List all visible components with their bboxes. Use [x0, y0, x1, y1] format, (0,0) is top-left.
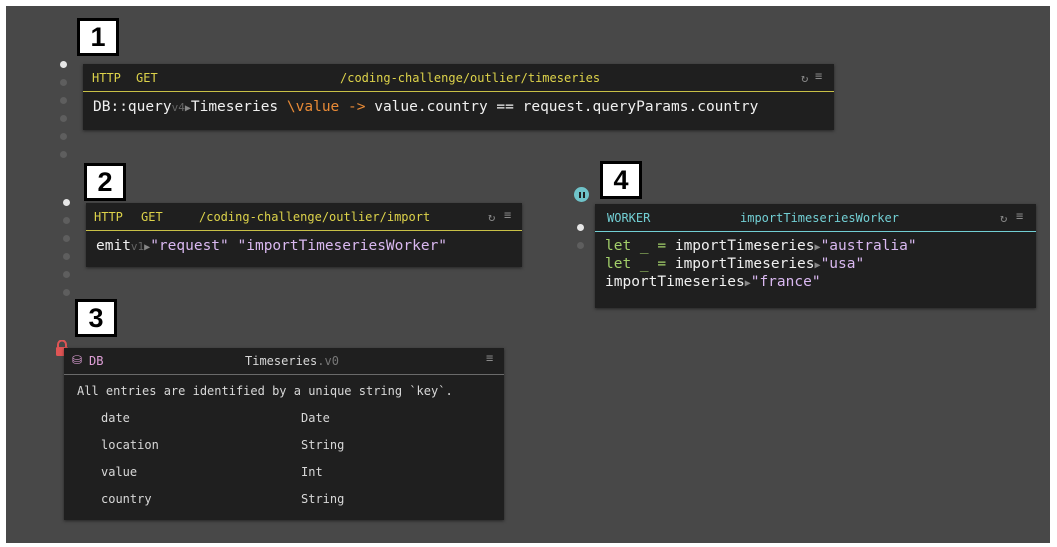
database-description: All entries are identified by a unique s…	[77, 384, 453, 398]
hamburger-menu-icon[interactable]: ≡	[815, 69, 822, 83]
hamburger-menu-icon[interactable]: ≡	[486, 351, 493, 365]
hamburger-menu-icon[interactable]: ≡	[1016, 209, 1023, 223]
worker-name[interactable]: importTimeseriesWorker	[740, 211, 899, 225]
field-type[interactable]: Date	[301, 411, 330, 425]
handler-method[interactable]: GET	[136, 71, 158, 85]
function-name[interactable]: emit	[96, 238, 131, 254]
handler-header: HTTP GET /coding-challenge/outlier/impor…	[86, 203, 522, 231]
function-version: v1	[130, 240, 145, 253]
argument[interactable]: Timeseries	[191, 99, 278, 115]
field-type[interactable]: String	[301, 438, 344, 452]
string-literal[interactable]: "request"	[150, 238, 229, 254]
code-line: importTimeseries▶"france"	[605, 274, 1026, 292]
string-literal[interactable]: "france"	[751, 274, 821, 290]
http-handler-import[interactable]: HTTP GET /coding-challenge/outlier/impor…	[86, 203, 522, 267]
handler-code[interactable]: DB::queryv4▶Timeseries \value -> value.c…	[83, 92, 834, 124]
field-type[interactable]: Int	[301, 465, 323, 479]
callout-label-3: 3	[75, 299, 117, 337]
database-icon: ⛁	[72, 353, 83, 367]
field-type[interactable]: String	[301, 492, 344, 506]
trace-dot[interactable]	[63, 199, 70, 206]
function-version: v4	[171, 101, 185, 114]
handler-code[interactable]: emitv1▶"request" "importTimeseriesWorker…	[86, 231, 522, 263]
function-name[interactable]: DB::query	[93, 99, 172, 115]
http-handler-timeseries[interactable]: HTTP GET /coding-challenge/outlier/times…	[83, 64, 834, 130]
database-kind: DB	[89, 354, 104, 368]
let-binding[interactable]: let _ =	[605, 238, 675, 254]
refresh-icon[interactable]: ↻	[801, 71, 808, 85]
worker-code[interactable]: let _ = importTimeseries▶"australia" let …	[595, 232, 1036, 298]
trace-dot[interactable]	[60, 61, 67, 68]
trace-dot[interactable]	[577, 242, 584, 249]
lambda[interactable]: \value ->	[287, 99, 366, 115]
let-binding[interactable]: let _ =	[605, 256, 675, 272]
callout-label-2: 2	[84, 163, 126, 201]
handler-method[interactable]: GET	[141, 210, 163, 224]
function-name[interactable]: importTimeseries	[675, 238, 815, 254]
hamburger-menu-icon[interactable]: ≡	[504, 208, 511, 222]
trace-dot[interactable]	[63, 253, 70, 260]
string-literal[interactable]: "australia"	[821, 238, 917, 254]
trace-dot[interactable]	[60, 79, 67, 86]
canvas[interactable]: 1 HTTP GET /coding-challenge/outlier/tim…	[6, 6, 1050, 543]
code-line: let _ = importTimeseries▶"usa"	[605, 256, 1026, 274]
trace-dot[interactable]	[63, 289, 70, 296]
trace-dot[interactable]	[60, 115, 67, 122]
trace-dot[interactable]	[63, 235, 70, 242]
field-name[interactable]: date	[101, 411, 130, 425]
callout-label-4: 4	[600, 161, 642, 199]
function-name[interactable]: importTimeseries	[605, 274, 745, 290]
pause-icon[interactable]	[574, 187, 589, 202]
function-name[interactable]: importTimeseries	[675, 256, 815, 272]
database-name[interactable]: Timeseries.v0	[245, 354, 339, 368]
database-timeseries[interactable]: ⛁ DB Timeseries.v0 ≡ All entries are ide…	[64, 348, 504, 520]
database-header: ⛁ DB Timeseries.v0 ≡	[64, 348, 504, 375]
field-name[interactable]: country	[101, 492, 152, 506]
callout-label-1: 1	[77, 18, 119, 56]
database-version: .v0	[317, 354, 339, 368]
refresh-icon[interactable]: ↻	[488, 210, 495, 224]
handler-header: HTTP GET /coding-challenge/outlier/times…	[83, 64, 834, 92]
trace-dot[interactable]	[60, 151, 67, 158]
trace-dot[interactable]	[60, 133, 67, 140]
handler-route[interactable]: /coding-challenge/outlier/timeseries	[340, 71, 600, 85]
handler-kind: HTTP	[94, 210, 123, 224]
trace-dot[interactable]	[63, 271, 70, 278]
lambda-body[interactable]: value.country == request.queryParams.cou…	[365, 99, 758, 115]
trace-dot[interactable]	[60, 97, 67, 104]
worker-kind: WORKER	[607, 211, 651, 225]
refresh-icon[interactable]: ↻	[1000, 211, 1007, 225]
field-name[interactable]: location	[101, 438, 159, 452]
handler-route[interactable]: /coding-challenge/outlier/import	[199, 210, 430, 224]
worker-header: WORKER importTimeseriesWorker ↻ ≡	[595, 204, 1036, 232]
trace-dot[interactable]	[63, 217, 70, 224]
string-literal[interactable]: "importTimeseriesWorker"	[238, 238, 448, 254]
code-line: let _ = importTimeseries▶"australia"	[605, 238, 1026, 256]
worker-import-timeseries[interactable]: WORKER importTimeseriesWorker ↻ ≡ let _ …	[595, 204, 1036, 308]
database-name-text: Timeseries	[245, 354, 318, 368]
field-name[interactable]: value	[101, 465, 137, 479]
handler-kind: HTTP	[92, 71, 121, 85]
string-literal[interactable]: "usa"	[821, 256, 865, 272]
trace-dot[interactable]	[577, 224, 584, 231]
